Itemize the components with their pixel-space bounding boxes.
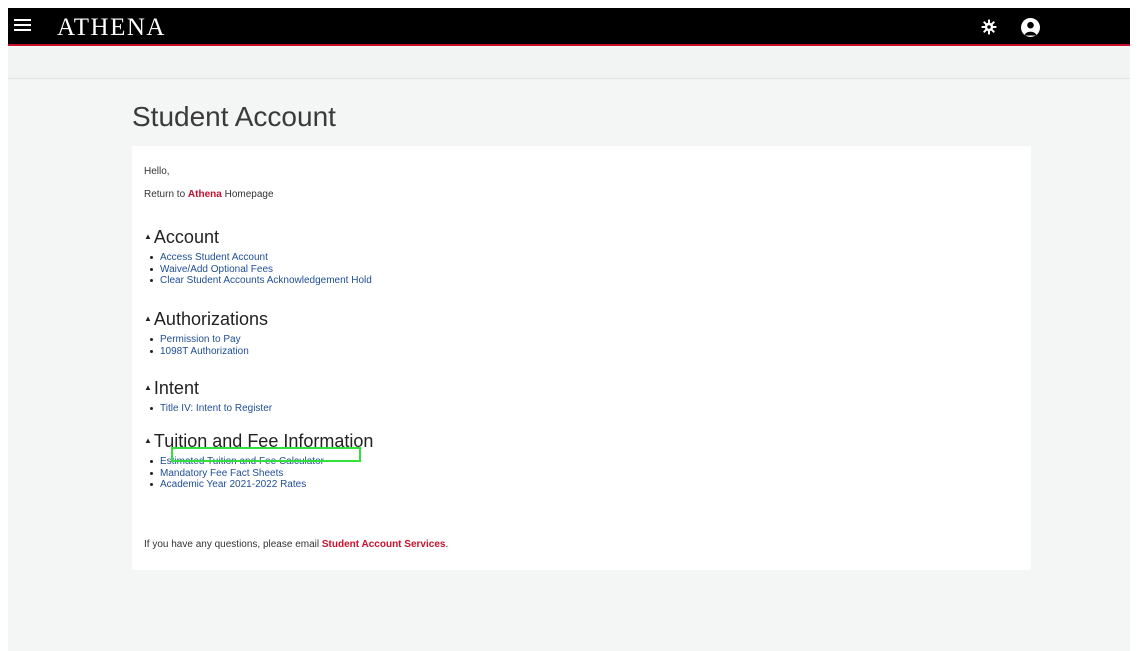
list-item: Access Student Account	[150, 252, 372, 264]
section-intent: ▲ Intent Title IV: Intent to Register	[144, 377, 272, 415]
student-account-services-link[interactable]: Student Account Services	[322, 539, 446, 550]
link-list: Access Student Account Waive/Add Optiona…	[144, 252, 372, 287]
waive-add-optional-fees-link[interactable]: Waive/Add Optional Fees	[160, 264, 273, 275]
page-title: Student Account	[132, 101, 336, 132]
link-list: Permission to Pay 1098T Authorization	[144, 334, 268, 357]
clear-acknowledgement-hold-link[interactable]: Clear Student Accounts Acknowledgement H…	[160, 275, 372, 286]
access-student-account-link[interactable]: Access Student Account	[160, 252, 268, 263]
link-list: Title IV: Intent to Register	[144, 403, 272, 415]
list-item: 1098T Authorization	[150, 346, 268, 358]
section-authorizations: ▲ Authorizations Permission to Pay 1098T …	[144, 308, 268, 357]
collapse-caret-icon[interactable]: ▲	[144, 383, 152, 392]
list-item: Waive/Add Optional Fees	[150, 264, 372, 276]
list-item: Title IV: Intent to Register	[149, 403, 272, 415]
content-card: Hello, Return to Athena Homepage ▲ Accoun…	[132, 146, 1031, 570]
section-heading[interactable]: ▲ Account	[144, 226, 372, 249]
section-account: ▲ Account Access Student Account Waive/Ad…	[144, 226, 372, 287]
gear-icon[interactable]	[981, 19, 997, 35]
greeting-text: Hello,	[144, 166, 170, 177]
browser-viewport: ATHENA Student Account Hello, Return to …	[8, 8, 1130, 651]
collapse-caret-icon[interactable]: ▲	[144, 232, 152, 241]
collapse-caret-icon[interactable]: ▲	[144, 314, 152, 323]
section-heading[interactable]: ▲ Intent	[144, 377, 272, 400]
top-navigation-bar: ATHENA	[8, 8, 1130, 46]
list-item: Clear Student Accounts Acknowledgement H…	[150, 275, 372, 287]
return-homepage-text: Return to Athena Homepage	[144, 189, 274, 200]
hamburger-menu-icon[interactable]	[14, 19, 31, 33]
mandatory-fee-fact-sheets-link[interactable]: Mandatory Fee Fact Sheets	[160, 468, 283, 479]
section-heading[interactable]: ▲ Authorizations	[144, 308, 268, 331]
secondary-toolbar	[8, 48, 1130, 79]
highlight-box	[171, 447, 361, 462]
list-item: Permission to Pay	[150, 334, 268, 346]
athena-homepage-link[interactable]: Athena	[188, 189, 222, 200]
collapse-caret-icon[interactable]: ▲	[144, 436, 152, 445]
user-avatar-icon[interactable]	[1021, 18, 1040, 37]
list-item: Academic Year 2021-2022 Rates	[149, 479, 373, 491]
intent-to-register-link[interactable]: Title IV: Intent to Register	[160, 403, 272, 414]
permission-to-pay-link[interactable]: Permission to Pay	[160, 334, 241, 345]
athena-logo[interactable]: ATHENA	[57, 14, 166, 42]
academic-year-rates-link[interactable]: Academic Year 2021-2022 Rates	[160, 479, 306, 490]
1098t-authorization-link[interactable]: 1098T Authorization	[160, 346, 249, 357]
contact-text: If you have any questions, please email …	[144, 539, 449, 550]
list-item: Mandatory Fee Fact Sheets	[149, 468, 373, 480]
